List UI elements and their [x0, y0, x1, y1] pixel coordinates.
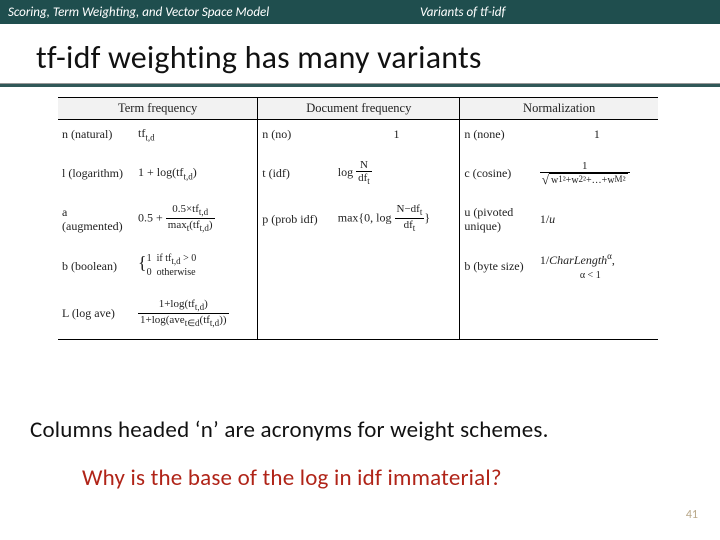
- header-left-text: Scoring, Term Weighting, and Vector Spac…: [0, 5, 380, 20]
- col-df: Document frequency: [258, 98, 460, 120]
- row-augmented: a (augmented) 0.5 + 0.5×tft,dmaxt(tft,d)…: [58, 197, 658, 244]
- col-norm: Normalization: [460, 98, 658, 120]
- footnote-1: Columns headed ‘n’ are acronyms for weig…: [30, 416, 549, 444]
- footnote-2: Why is the base of the log in idf immate…: [82, 464, 502, 492]
- slide-title: tf-idf weighting has many variants: [0, 24, 720, 81]
- col-tf: Term frequency: [58, 98, 258, 120]
- row-logarithm: l (logarithm) 1 + log(tft,d) t (idf) log…: [58, 153, 658, 197]
- row-natural: n (natural) tft,d n (no) 1 n (none) 1: [58, 120, 658, 154]
- row-boolean: b (boolean) {1 if tft,d > 00 otherwise b…: [58, 245, 658, 292]
- header-bar: Scoring, Term Weighting, and Vector Spac…: [0, 0, 720, 24]
- header-right-text: Variants of tf-idf: [380, 5, 505, 20]
- title-underline: [0, 83, 720, 87]
- page-number: 41: [686, 508, 698, 522]
- variants-table: Term frequency Document frequency Normal…: [58, 97, 700, 340]
- table-header-row: Term frequency Document frequency Normal…: [58, 98, 658, 120]
- row-logave: L (log ave) 1+log(tft,d)1+log(avet∈d(tft…: [58, 292, 658, 340]
